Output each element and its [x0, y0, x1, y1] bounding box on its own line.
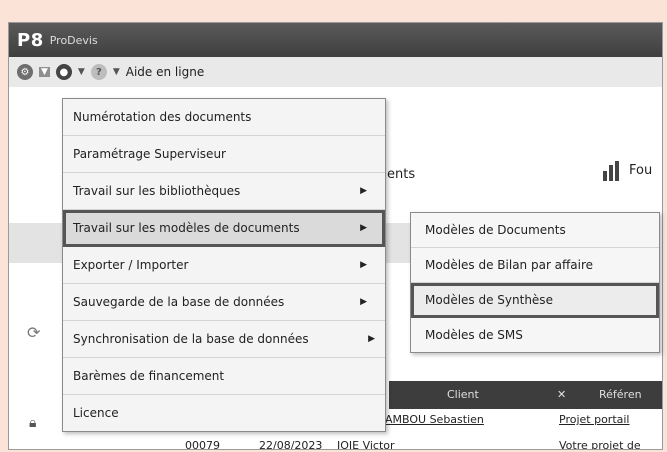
tab-fournisseurs-partial[interactable]: Fou — [629, 163, 652, 178]
submenu-item-modeles-synthese[interactable]: Modèles de Synthèse — [411, 283, 659, 318]
settings-dropdown-caret[interactable]: ▼ — [39, 67, 50, 77]
menu-item-label: Exporter / Importer — [73, 258, 189, 272]
lock-icon[interactable]: 🔒︎ — [29, 415, 36, 431]
menu-item-baremes[interactable]: Barèmes de financement — [63, 358, 385, 395]
settings-icon[interactable]: ⚙ — [17, 64, 33, 80]
help-link[interactable]: Aide en ligne — [126, 65, 204, 79]
menu-item-label: Modèles de Synthèse — [425, 293, 553, 307]
modeles-submenu: Modèles de Documents Modèles de Bilan pa… — [410, 212, 660, 353]
submenu-arrow-icon: ▶ — [360, 260, 367, 270]
menu-item-exporter-importer[interactable]: Exporter / Importer ▶ — [63, 247, 385, 284]
building-icon — [601, 161, 621, 181]
menu-item-label: Barèmes de financement — [73, 369, 225, 383]
submenu-arrow-icon: ▶ — [360, 186, 367, 196]
column-header-client[interactable]: Client — [447, 388, 479, 401]
submenu-arrow-icon: ▶ — [368, 334, 375, 344]
row-client[interactable]: AMBOU Sebastien — [385, 413, 484, 426]
menu-item-numerotation[interactable]: Numérotation des documents — [63, 99, 385, 136]
title-bar: P8 ProDevis — [9, 23, 662, 57]
row-number: 00079 — [185, 439, 220, 450]
menu-item-label: Modèles de SMS — [425, 328, 523, 342]
menu-item-label: Travail sur les bibliothèques — [73, 184, 241, 198]
menu-item-label: Sauvegarde de la base de données — [73, 295, 285, 309]
menu-item-modeles-documents[interactable]: Travail sur les modèles de documents ▶ — [63, 210, 385, 247]
column-filter-icon[interactable]: ✕ — [557, 388, 566, 401]
row-reference[interactable]: Projet portail — [559, 413, 630, 426]
sync-icon[interactable]: ⟳ — [27, 323, 40, 342]
menu-item-label: Synchronisation de la base de données — [73, 332, 309, 346]
menu-item-sauvegarde[interactable]: Sauvegarde de la base de données ▶ — [63, 284, 385, 321]
menu-item-label: Paramétrage Superviseur — [73, 147, 226, 161]
settings-menu: Numérotation des documents Paramétrage S… — [62, 98, 386, 432]
table-header: Client ✕ Référen — [389, 381, 662, 409]
menu-item-label: Modèles de Documents — [425, 223, 566, 237]
menu-item-licence[interactable]: Licence — [63, 395, 385, 431]
menu-item-label: Licence — [73, 406, 119, 420]
menu-item-label: Travail sur les modèles de documents — [73, 221, 300, 235]
row-date: 22/08/2023 — [259, 439, 323, 450]
user-icon[interactable]: ● — [55, 64, 72, 80]
user-dropdown-caret[interactable]: ▼ — [78, 67, 85, 77]
app-logo: P8 — [17, 29, 44, 51]
column-header-reference[interactable]: Référen — [599, 388, 642, 401]
submenu-item-modeles-bilan[interactable]: Modèles de Bilan par affaire — [411, 248, 659, 283]
tab-documents-partial[interactable]: ents — [387, 167, 415, 182]
row-client[interactable]: JOIE Victor — [337, 439, 395, 449]
app-name: ProDevis — [49, 33, 98, 47]
toolbar: ⚙ ▼ ● ▼ ? ▼ Aide en ligne — [9, 57, 662, 88]
help-icon[interactable]: ? — [90, 64, 107, 80]
menu-item-bibliotheques[interactable]: Travail sur les bibliothèques ▶ — [63, 173, 385, 210]
submenu-arrow-icon: ▶ — [360, 223, 367, 233]
submenu-item-modeles-documents[interactable]: Modèles de Documents — [411, 213, 659, 248]
menu-item-synchronisation[interactable]: Synchronisation de la base de données ▶ — [63, 321, 385, 358]
submenu-item-modeles-sms[interactable]: Modèles de SMS — [411, 318, 659, 352]
menu-item-parametrage[interactable]: Paramétrage Superviseur — [63, 136, 385, 173]
row-reference[interactable]: Votre projet de — [559, 439, 641, 449]
help-dropdown-caret[interactable]: ▼ — [113, 67, 120, 77]
menu-item-label: Numérotation des documents — [73, 110, 252, 124]
submenu-arrow-icon: ▶ — [360, 297, 367, 307]
menu-item-label: Modèles de Bilan par affaire — [425, 258, 594, 272]
